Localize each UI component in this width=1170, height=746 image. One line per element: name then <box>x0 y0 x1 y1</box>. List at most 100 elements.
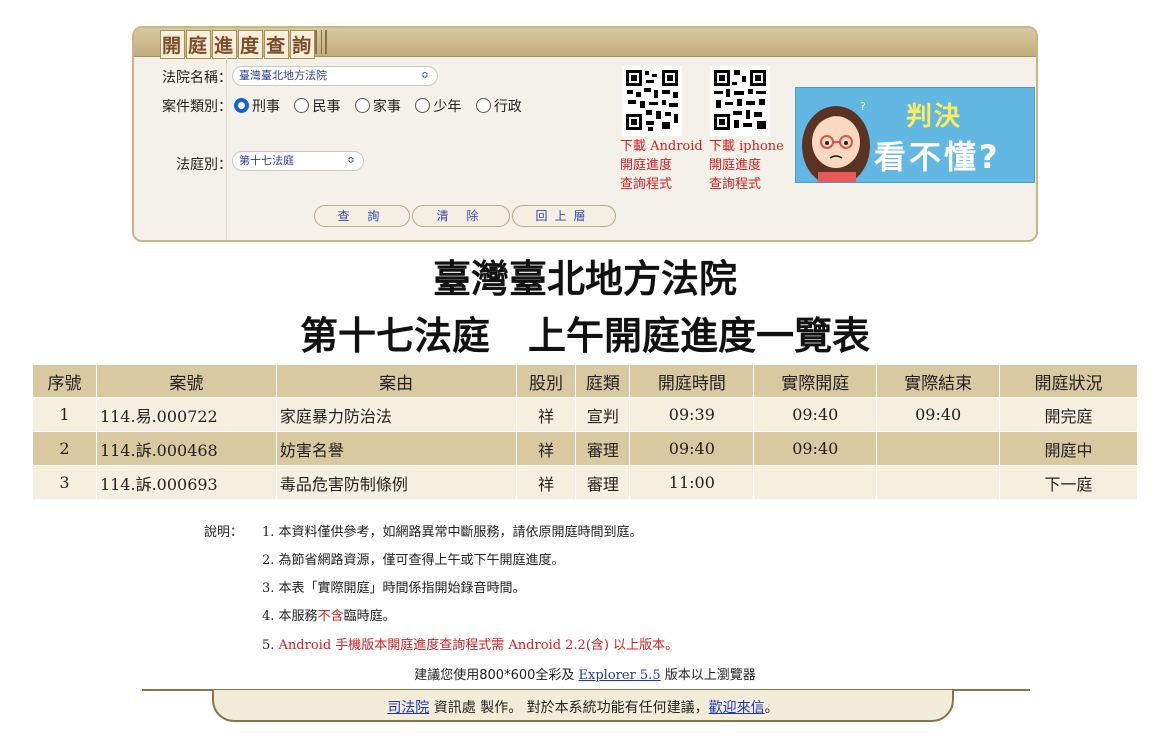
iphone-qr-code[interactable] <box>710 66 770 136</box>
cell-division: 祥 <box>515 431 577 466</box>
qr-caption-line: 查詢程式 <box>620 177 673 192</box>
column-header: 庭類 <box>575 364 631 398</box>
column-header: 實際開庭 <box>753 364 878 398</box>
cell-reason: 毒品危害防制條例 <box>275 465 517 500</box>
case-type-radio-group: 刑事 民事 家事 少年 行政 <box>234 96 532 116</box>
qr-caption-line: 下載 Android <box>620 139 703 154</box>
table-row: 1 114.易.000722 家庭暴力防治法 祥 宣判 09:39 09:40 … <box>32 397 1138 432</box>
radio-unchecked-icon <box>475 98 491 113</box>
cell-status: 開完庭 <box>999 397 1138 432</box>
panel-title-char: 查 <box>264 30 290 59</box>
note-number: 5. <box>262 638 275 653</box>
qr-caption-line: 下載 iphone <box>709 139 784 154</box>
note-item: 5. Android 手機版本開庭進度查詢程式需 Android 2.2(含) … <box>262 634 678 653</box>
cell-scheduled-time: 11:00 <box>629 465 755 500</box>
browser-recommendation: 建議您使用800*600全彩及 Explorer 5.5 版本以上瀏覽器 <box>0 664 1170 683</box>
android-qr-code[interactable] <box>622 66 682 136</box>
cell-seq: 1 <box>32 397 97 432</box>
judicial-yuan-link[interactable]: 司法院 <box>387 700 429 716</box>
qr-caption-line: 開庭進度 <box>709 158 762 173</box>
android-download-link[interactable]: 下載 Android 開庭進度 查詢程式 <box>620 137 703 194</box>
cell-actual-start <box>753 465 878 500</box>
panel-title-char: 開 <box>160 30 186 59</box>
hearing-progress-table: 序號 案號 案由 股別 庭類 開庭時間 實際開庭 實際結束 開庭狀況 1 114… <box>32 364 1138 500</box>
cell-division: 祥 <box>515 397 577 432</box>
column-header: 開庭時間 <box>629 364 755 398</box>
note-highlight: 不含 <box>317 609 344 624</box>
banner-line1: 判決 <box>906 102 963 132</box>
cartoon-girl-icon: ? <box>802 100 870 182</box>
cell-case-number: 114.訴.000468 <box>95 431 277 466</box>
cell-seq: 3 <box>32 465 97 500</box>
iphone-download-link[interactable]: 下載 iphone 開庭進度 查詢程式 <box>709 137 784 194</box>
radio-administrative[interactable]: 行政 <box>475 96 522 116</box>
radio-unchecked-icon <box>415 98 431 113</box>
radio-criminal[interactable]: 刑事 <box>234 96 280 116</box>
table-row: 3 114.訴.000693 毒品危害防制條例 祥 審理 11:00 下一庭 <box>32 465 1138 500</box>
footer: 司法院 資訊處 製作。 對於本系統功能有任何建議，歡迎來信。 <box>212 690 954 722</box>
note-number: 1. <box>262 525 275 540</box>
back-button[interactable]: 回上層 <box>512 205 616 227</box>
court-title: 臺灣臺北地方法院 <box>432 257 737 301</box>
query-button[interactable]: 查 詢 <box>314 205 410 227</box>
column-header: 案由 <box>275 364 517 398</box>
radio-unchecked-icon <box>354 98 370 113</box>
judgment-explainer-banner[interactable]: ? 判決 看不懂? <box>795 87 1035 183</box>
cell-scheduled-time: 09:40 <box>629 431 755 466</box>
note-text: 本資料僅供參考，如網路異常中斷服務，請依原開庭時間到庭。 <box>278 525 643 540</box>
radio-civil[interactable]: 民事 <box>294 96 340 116</box>
radio-juvenile[interactable]: 少年 <box>415 96 461 116</box>
column-header: 序號 <box>32 364 97 398</box>
browser-text: 建議您使用800*600全彩及 <box>414 668 575 683</box>
panel-title-char: 度 <box>238 30 264 59</box>
panel-header: 開庭進度查詢 <box>134 28 1036 59</box>
radio-label: 行政 <box>493 99 522 115</box>
contact-link[interactable]: 歡迎來信 <box>709 700 765 716</box>
court-select-value: 臺灣臺北地方法院 <box>239 69 327 82</box>
table-header-row: 序號 案號 案由 股別 庭類 開庭時間 實際開庭 實際結束 開庭狀況 <box>32 364 1138 398</box>
court-name-label: 法院名稱： <box>162 70 232 86</box>
courtroom-select[interactable]: 第十七法庭 ≎ <box>232 151 364 171</box>
select-arrows-icon: ≎ <box>346 155 355 166</box>
explorer-link[interactable]: Explorer 5.5 <box>579 668 661 683</box>
cell-actual-end <box>876 465 1001 500</box>
footer-text: 司法院 資訊處 製作。 對於本系統功能有任何建議，歡迎來信。 <box>214 697 952 717</box>
note-text: 臨時庭。 <box>343 609 396 624</box>
note-text: 本服務 <box>278 609 318 624</box>
cell-hearing-type: 宣判 <box>575 397 631 432</box>
qr-caption-line: 開庭進度 <box>620 158 673 173</box>
table-row: 2 114.訴.000468 妨害名譽 祥 審理 09:40 09:40 開庭中 <box>32 431 1138 466</box>
radio-unchecked-icon <box>294 98 310 113</box>
browser-text: 版本以上瀏覽器 <box>664 668 756 683</box>
cell-reason: 家庭暴力防治法 <box>275 397 517 432</box>
cell-seq: 2 <box>32 431 97 466</box>
radio-label: 民事 <box>312 99 341 115</box>
panel-title-char: 進 <box>212 30 238 59</box>
radio-label: 家事 <box>372 99 401 115</box>
cell-actual-end: 09:40 <box>876 397 1001 432</box>
note-item: 4. 本服務不含臨時庭。 <box>262 605 396 624</box>
page-title: 第十七法庭 上午開庭進度一覽表 <box>299 314 870 358</box>
note-text: 為節省網路資源，僅可查得上午或下午開庭進度。 <box>278 553 565 568</box>
cell-scheduled-time: 09:39 <box>629 397 755 432</box>
clear-button[interactable]: 清 除 <box>412 205 510 227</box>
panel-title-char: 庭 <box>186 30 212 59</box>
radio-family[interactable]: 家事 <box>354 96 401 116</box>
cell-case-number: 114.易.000722 <box>95 397 277 432</box>
note-number: 2. <box>262 553 275 568</box>
notes-label: 說明： <box>204 525 244 540</box>
header-ornament <box>321 30 322 54</box>
banner-line2: 看不懂? <box>874 138 1001 176</box>
note-number: 4. <box>262 609 275 624</box>
case-type-label: 案件類別： <box>162 99 232 115</box>
cell-status: 開庭中 <box>999 431 1138 466</box>
cell-status: 下一庭 <box>999 465 1138 500</box>
cell-actual-start: 09:40 <box>753 431 878 466</box>
cell-reason: 妨害名譽 <box>275 431 517 466</box>
column-header: 案號 <box>95 364 277 398</box>
court-select[interactable]: 臺灣臺北地方法院 ≎ <box>232 66 438 86</box>
note-number: 3. <box>262 581 275 596</box>
note-item: 1. 本資料僅供參考，如網路異常中斷服務，請依原開庭時間到庭。 <box>262 521 643 540</box>
cell-hearing-type: 審理 <box>575 431 631 466</box>
cell-actual-start: 09:40 <box>753 397 878 432</box>
